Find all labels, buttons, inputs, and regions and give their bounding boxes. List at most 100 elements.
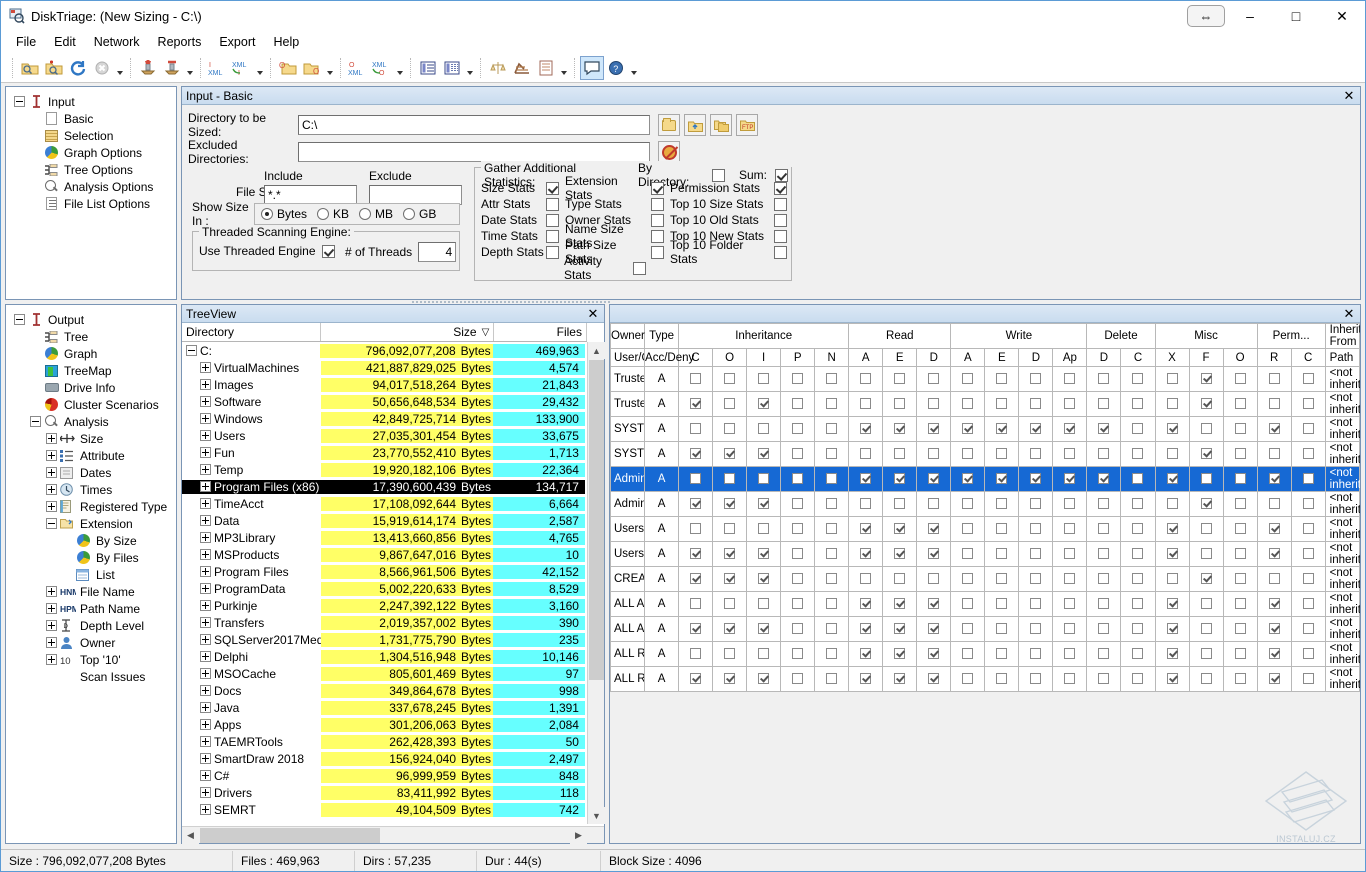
permissions-cell-flag[interactable] [1223, 517, 1257, 542]
treeview-expand-toggle[interactable] [200, 379, 211, 390]
permissions-cell-flag[interactable] [1189, 617, 1223, 642]
permission-checkbox[interactable] [996, 523, 1007, 534]
permission-checkbox[interactable] [1303, 398, 1314, 409]
permission-checkbox[interactable] [1098, 673, 1109, 684]
permission-checkbox[interactable] [1303, 623, 1314, 634]
permission-checkbox[interactable] [724, 548, 735, 559]
treeview-row[interactable]: Software50,656,648,534Bytes29,432 [182, 393, 585, 410]
permissions-cell-flag[interactable] [713, 392, 747, 417]
treeview-row[interactable]: Apps301,206,063Bytes2,084 [182, 716, 585, 733]
permission-checkbox[interactable] [1235, 523, 1246, 534]
permissions-cell-flag[interactable] [985, 442, 1019, 467]
permissions-cell-flag[interactable] [985, 467, 1019, 492]
permission-checkbox[interactable] [1235, 573, 1246, 584]
treeview-row[interactable]: ProgramData5,002,220,633Bytes8,529 [182, 580, 585, 597]
permission-checkbox[interactable] [690, 448, 701, 459]
permissions-cell-flag[interactable] [1291, 417, 1325, 442]
permission-checkbox[interactable] [826, 573, 837, 584]
permission-checkbox[interactable] [1167, 598, 1178, 609]
permissions-cell-flag[interactable] [1291, 367, 1325, 392]
permissions-cell-flag[interactable] [1155, 667, 1189, 692]
report-icon[interactable] [416, 56, 440, 80]
permission-checkbox[interactable] [1132, 423, 1143, 434]
output-tree-item-drive-info[interactable]: Drive Info [12, 379, 176, 396]
permissions-cell-flag[interactable] [815, 567, 849, 592]
permission-checkbox[interactable] [928, 673, 939, 684]
permission-checkbox[interactable] [724, 648, 735, 659]
permissions-cell-flag[interactable] [781, 542, 815, 567]
permissions-cell-flag[interactable] [1291, 667, 1325, 692]
permissions-cell-flag[interactable] [781, 392, 815, 417]
permissions-sub-header[interactable]: N [815, 349, 849, 367]
permissions-cell-flag[interactable] [1053, 367, 1087, 392]
permissions-cell-flag[interactable] [1155, 417, 1189, 442]
permissions-cell-flag[interactable] [815, 367, 849, 392]
list-report-icon[interactable] [534, 56, 558, 80]
permissions-sub-header[interactable]: D [1087, 349, 1121, 367]
permissions-cell-flag[interactable] [1121, 617, 1155, 642]
permissions-cell-flag[interactable] [1155, 567, 1189, 592]
treeview-row[interactable]: TimeAcct17,108,092,644Bytes6,664 [182, 495, 585, 512]
permissions-row[interactable]: SYSTEMA<not inherited> [611, 417, 1360, 442]
permissions-cell-flag[interactable] [815, 517, 849, 542]
permission-checkbox[interactable] [962, 548, 973, 559]
permissions-cell-flag[interactable] [815, 542, 849, 567]
scroll-down-arrow-icon[interactable]: ▼ [588, 807, 605, 824]
permissions-cell-flag[interactable] [1053, 467, 1087, 492]
permission-checkbox[interactable] [962, 598, 973, 609]
permissions-cell-flag[interactable] [781, 517, 815, 542]
treeview-row[interactable]: Transfers2,019,357,002Bytes390 [182, 614, 585, 631]
permissions-group-header[interactable]: Perm... [1257, 324, 1325, 349]
permissions-sub-header[interactable]: Ap [1053, 349, 1087, 367]
permissions-sub-header[interactable]: X [1155, 349, 1189, 367]
permissions-cell-flag[interactable] [1019, 392, 1053, 417]
checkbox-mid-2[interactable] [651, 214, 664, 227]
permissions-cell-flag[interactable] [1223, 592, 1257, 617]
treeview-expand-toggle[interactable] [200, 396, 211, 407]
permissions-cell-flag[interactable] [1019, 442, 1053, 467]
permission-checkbox[interactable] [1064, 398, 1075, 409]
permission-checkbox[interactable] [1030, 598, 1041, 609]
permission-checkbox[interactable] [1201, 473, 1212, 484]
menu-export[interactable]: Export [210, 32, 264, 52]
refresh-icon[interactable] [66, 56, 90, 80]
permission-checkbox[interactable] [962, 648, 973, 659]
permission-checkbox[interactable] [962, 398, 973, 409]
permission-checkbox[interactable] [792, 573, 803, 584]
export-icon[interactable] [160, 56, 184, 80]
permissions-cell-flag[interactable] [1257, 617, 1291, 642]
permission-checkbox[interactable] [1235, 373, 1246, 384]
export-xml-icon[interactable]: XMLI [230, 56, 254, 80]
permission-checkbox[interactable] [724, 373, 735, 384]
permissions-cell-flag[interactable] [883, 642, 917, 667]
permissions-cell-flag[interactable] [883, 667, 917, 692]
permissions-cell-flag[interactable] [1189, 542, 1223, 567]
permissions-cell-flag[interactable] [781, 417, 815, 442]
import-icon[interactable] [136, 56, 160, 80]
permission-checkbox[interactable] [996, 373, 1007, 384]
permissions-row[interactable]: ALL RESTRICTED APPLICATIONA<not inherite… [611, 642, 1360, 667]
permission-checkbox[interactable] [792, 423, 803, 434]
permissions-sub-header[interactable]: D [917, 349, 951, 367]
permission-checkbox[interactable] [860, 498, 871, 509]
checkbox-path-size-stats[interactable] [546, 246, 559, 259]
permission-checkbox[interactable] [1098, 598, 1109, 609]
permissions-cell-flag[interactable] [1155, 367, 1189, 392]
permission-checkbox[interactable] [826, 423, 837, 434]
permissions-cell-flag[interactable] [1189, 442, 1223, 467]
permission-checkbox[interactable] [962, 373, 973, 384]
permissions-cell-flag[interactable] [1291, 492, 1325, 517]
expand-toggle-top-10-[interactable] [46, 654, 57, 665]
permissions-cell-flag[interactable] [951, 542, 985, 567]
permissions-cell-flag[interactable] [917, 467, 951, 492]
permission-checkbox[interactable] [1303, 473, 1314, 484]
permission-checkbox[interactable] [1201, 648, 1212, 659]
permission-checkbox[interactable] [1303, 648, 1314, 659]
permissions-cell-flag[interactable] [985, 617, 1019, 642]
permissions-cell-flag[interactable] [1257, 467, 1291, 492]
expand-toggle-analysis[interactable] [30, 416, 41, 427]
permission-checkbox[interactable] [1167, 648, 1178, 659]
permission-checkbox[interactable] [1030, 623, 1041, 634]
permission-checkbox[interactable] [860, 398, 871, 409]
treeview-row[interactable]: MSOCache805,601,469Bytes97 [182, 665, 585, 682]
